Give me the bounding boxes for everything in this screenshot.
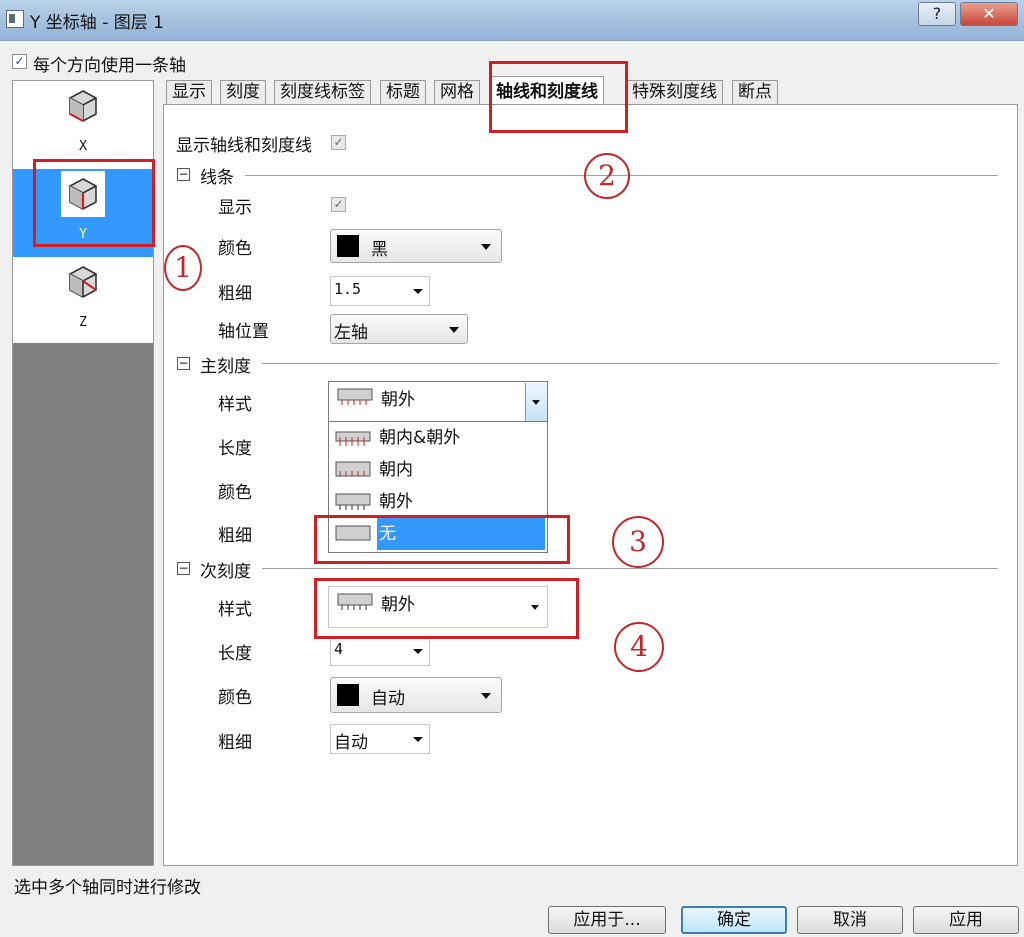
apply-to-button[interactable]: 应用于... — [548, 906, 666, 934]
annotation-circle-2: 2 — [584, 153, 630, 199]
dropdown-button[interactable] — [525, 383, 547, 421]
line-color-label: 颜色 — [218, 239, 252, 259]
annotation-box-2 — [489, 61, 628, 133]
minor-length-label: 长度 — [218, 644, 252, 664]
ok-button[interactable]: 确定 — [681, 906, 787, 934]
major-length-label: 长度 — [218, 439, 252, 459]
minor-length-combo[interactable]: 4 — [330, 636, 430, 666]
tab-tick-labels[interactable]: 刻度线标签 — [274, 80, 371, 104]
annotation-box-1 — [33, 159, 155, 247]
one-axis-label: 每个方向使用一条轴 — [33, 56, 186, 76]
major-style-value: 朝外 — [381, 390, 415, 410]
major-thickness-label: 粗细 — [218, 526, 252, 546]
chevron-down-icon — [532, 400, 540, 405]
annotation-box-3 — [314, 515, 570, 564]
tab-panel — [163, 104, 1018, 866]
window-title: Y 坐标轴 - 图层 1 — [30, 13, 164, 33]
tick-out-icon — [335, 493, 371, 510]
tab-grid[interactable]: 网格 — [434, 80, 480, 104]
section-divider — [262, 568, 998, 569]
color-swatch — [337, 235, 359, 257]
tab-display[interactable]: 显示 — [166, 80, 212, 104]
axis-label-x: X — [79, 139, 87, 154]
cancel-button[interactable]: 取消 — [797, 906, 903, 934]
chevron-down-icon — [413, 289, 423, 294]
annotation-circle-4: 4 — [614, 622, 664, 672]
collapse-major-icon[interactable]: − — [177, 357, 190, 370]
minor-style-label: 样式 — [218, 600, 252, 620]
one-axis-checkbox[interactable]: ✓ — [12, 54, 27, 69]
line-thickness-value: 1.5 — [334, 280, 362, 298]
line-section-title: 线条 — [200, 168, 234, 188]
cube-x-icon — [69, 90, 97, 122]
cube-z-icon — [69, 266, 97, 298]
major-color-label: 颜色 — [218, 483, 252, 503]
window-icon — [6, 10, 24, 28]
line-color-value: 黑 — [371, 240, 388, 260]
tab-breaks[interactable]: 断点 — [732, 80, 778, 104]
minor-color-value: 自动 — [371, 689, 405, 709]
minor-thickness-value: 自动 — [334, 733, 368, 753]
dropdown-option-in[interactable]: 朝内 — [331, 454, 545, 486]
minor-length-value: 4 — [334, 640, 344, 658]
line-show-label: 显示 — [218, 198, 252, 218]
tick-in-out-icon — [335, 431, 371, 446]
tab-scale[interactable]: 刻度 — [220, 80, 266, 104]
minor-section-title: 次刻度 — [200, 562, 251, 582]
tick-in-icon — [335, 461, 371, 477]
line-color-combo[interactable]: 黑 — [330, 229, 502, 263]
status-text: 选中多个轴同时进行修改 — [14, 878, 201, 898]
line-thickness-label: 粗细 — [218, 284, 252, 304]
chevron-down-icon — [481, 244, 491, 250]
collapse-line-icon[interactable]: − — [177, 168, 190, 181]
line-thickness-combo[interactable]: 1.5 — [330, 276, 430, 306]
show-axes-label: 显示轴线和刻度线 — [176, 136, 312, 156]
help-button[interactable]: ? — [918, 2, 956, 26]
title-bar: Y 坐标轴 - 图层 1 ? ✕ — [0, 0, 1024, 41]
tick-out-icon — [337, 388, 373, 405]
minor-thickness-label: 粗细 — [218, 733, 252, 753]
annotation-box-4 — [314, 578, 579, 639]
chevron-down-icon — [413, 649, 423, 654]
color-swatch — [337, 684, 359, 706]
major-style-combo[interactable]: 朝外 — [328, 381, 548, 423]
show-axes-checkbox[interactable]: ✓ — [331, 135, 346, 150]
major-section-title: 主刻度 — [200, 357, 251, 377]
apply-button[interactable]: 应用 — [913, 906, 1019, 934]
minor-color-combo[interactable]: 自动 — [330, 677, 502, 713]
axis-item-x[interactable]: X — [13, 81, 153, 169]
major-style-label: 样式 — [218, 395, 252, 415]
close-button[interactable]: ✕ — [960, 2, 1018, 26]
axis-position-label: 轴位置 — [218, 322, 269, 342]
axis-position-value: 左轴 — [334, 323, 368, 343]
chevron-down-icon — [449, 327, 459, 333]
axis-label-z: Z — [79, 315, 87, 330]
tab-title[interactable]: 标题 — [380, 80, 426, 104]
dropdown-option-out[interactable]: 朝外 — [331, 486, 545, 518]
annotation-circle-1: 1 — [164, 245, 202, 291]
collapse-minor-icon[interactable]: − — [177, 562, 190, 575]
chevron-down-icon — [413, 737, 423, 742]
chevron-down-icon — [481, 693, 491, 699]
minor-thickness-combo[interactable]: 自动 — [330, 724, 430, 754]
axis-item-z[interactable]: Z — [13, 257, 153, 343]
annotation-circle-3: 3 — [612, 516, 664, 568]
minor-color-label: 颜色 — [218, 688, 252, 708]
axis-position-combo[interactable]: 左轴 — [330, 314, 468, 344]
dropdown-option-in-out[interactable]: 朝内&朝外 — [331, 422, 545, 454]
line-show-checkbox[interactable]: ✓ — [331, 197, 346, 212]
section-divider — [262, 363, 998, 364]
tab-special-ticks[interactable]: 特殊刻度线 — [626, 80, 723, 104]
